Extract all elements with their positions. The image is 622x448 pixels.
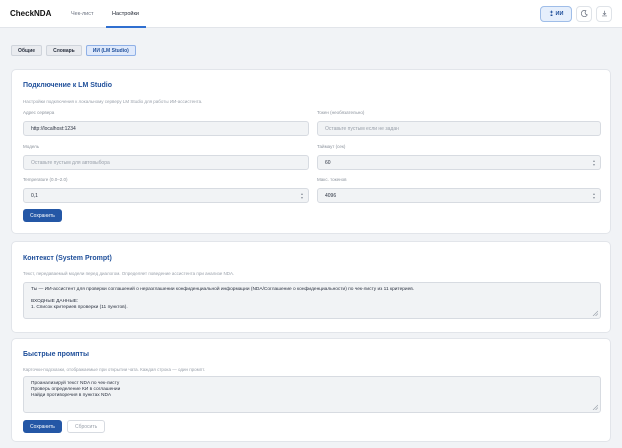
context-title: Контекст (System Prompt) bbox=[23, 255, 112, 262]
context-description: Текст, передаваемый модели перед диалого… bbox=[23, 271, 235, 276]
temperature-label: Temperature (0.0–2.0) bbox=[23, 177, 68, 182]
subtab-ai[interactable]: ИИ (LM Studio) bbox=[85, 45, 136, 56]
ai-icon bbox=[549, 10, 554, 18]
server-url-input[interactable]: http://localhost:1234 bbox=[23, 121, 309, 136]
context-card: Контекст (System Prompt) Текст, передава… bbox=[11, 241, 611, 333]
connection-card: Подключение к LM Studio Настройки подклю… bbox=[11, 69, 611, 234]
ai-toggle-button[interactable]: ИИ bbox=[540, 6, 572, 22]
theme-toggle-button[interactable] bbox=[576, 6, 592, 22]
quick-prompts-title: Быстрые промпты bbox=[23, 351, 89, 358]
temperature-stepper[interactable]: ▲ ▼ bbox=[300, 192, 304, 200]
reset-quick-prompts-button[interactable]: Сбросить bbox=[67, 420, 106, 433]
quick-prompts-card: Быстрые промпты Карточки-подсказки, отоб… bbox=[11, 338, 611, 442]
save-quick-prompts-button[interactable]: Сохранить bbox=[23, 420, 62, 433]
stepper-down-icon: ▼ bbox=[300, 196, 304, 200]
model-input[interactable]: Оставьте пустым для автовыбора bbox=[23, 155, 309, 170]
max-tokens-label: Макс. токенов bbox=[317, 177, 347, 182]
resize-handle-icon[interactable] bbox=[592, 310, 598, 316]
model-label: Модель bbox=[23, 144, 40, 149]
timeout-input[interactable]: 60 ▲ ▼ bbox=[317, 155, 601, 170]
temperature-value: 0,1 bbox=[31, 192, 38, 199]
token-input[interactable]: Оставьте пустым если не задан bbox=[317, 121, 601, 136]
temperature-input[interactable]: 0,1 ▲ ▼ bbox=[23, 188, 309, 203]
download-icon bbox=[601, 10, 608, 19]
subtab-dictionary[interactable]: Словарь bbox=[46, 45, 82, 56]
max-tokens-value: 4096 bbox=[325, 192, 337, 199]
tab-settings[interactable]: Настройки bbox=[112, 11, 139, 17]
token-label: Токен (необязательно) bbox=[317, 110, 365, 115]
server-label: Адрес сервера bbox=[23, 110, 55, 115]
ai-toggle-label: ИИ bbox=[555, 11, 564, 17]
timeout-label: Таймаут (сек) bbox=[317, 144, 346, 149]
quick-prompt-line: Найди противоречия в пунктах NDA bbox=[31, 393, 112, 398]
subtab-general[interactable]: Общие bbox=[11, 45, 43, 56]
settings-subtabs: Общие Словарь ИИ (LM Studio) bbox=[11, 45, 136, 56]
active-tab-indicator bbox=[106, 26, 146, 28]
download-button[interactable] bbox=[596, 6, 612, 22]
max-tokens-input[interactable]: 4096 ▲ ▼ bbox=[317, 188, 601, 203]
stepper-down-icon: ▼ bbox=[592, 163, 596, 167]
max-tokens-stepper[interactable]: ▲ ▼ bbox=[592, 192, 596, 200]
resize-handle-icon[interactable] bbox=[592, 404, 598, 410]
top-bar: CheckNDA Чек-лист Настройки ИИ bbox=[0, 0, 622, 28]
system-prompt-textarea[interactable]: Ты — ИИ-ассистент для проверки соглашени… bbox=[23, 282, 601, 319]
connection-title: Подключение к LM Studio bbox=[23, 82, 113, 89]
moon-icon bbox=[580, 9, 588, 19]
tab-checklist[interactable]: Чек-лист bbox=[71, 11, 94, 17]
quick-prompts-textarea[interactable]: Проанализируй текст NDA по чек-листу Про… bbox=[23, 376, 601, 413]
app-brand: CheckNDA bbox=[10, 9, 52, 18]
connection-description: Настройки подключения к локальному серве… bbox=[23, 99, 203, 104]
stepper-down-icon: ▼ bbox=[592, 196, 596, 200]
timeout-value: 60 bbox=[325, 159, 331, 166]
save-connection-button[interactable]: Сохранить bbox=[23, 209, 62, 222]
timeout-stepper[interactable]: ▲ ▼ bbox=[592, 159, 596, 167]
system-prompt-line: 1. Список критериев проверки (11 пунктов… bbox=[31, 305, 128, 310]
quick-prompts-description: Карточки-подсказки, отображаемые при отк… bbox=[23, 367, 206, 372]
